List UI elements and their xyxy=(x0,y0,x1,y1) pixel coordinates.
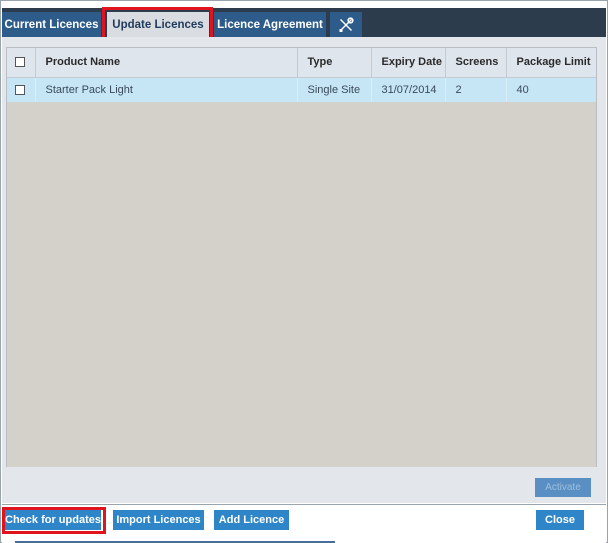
select-all-header[interactable] xyxy=(7,48,36,78)
activate-button[interactable]: Activate xyxy=(535,478,591,497)
table-header: Product Name Type Expiry Date Screens Pa… xyxy=(7,48,596,78)
cell-package-limit: 40 xyxy=(506,77,596,102)
tab-licence-agreement[interactable]: Licence Agreement xyxy=(214,12,326,37)
add-licence-button[interactable]: Add Licence xyxy=(214,510,289,530)
cell-screens: 2 xyxy=(445,77,507,102)
tab-current-licences[interactable]: Current Licences xyxy=(2,12,101,37)
licences-window: Current Licences Update Licences Licence… xyxy=(0,0,608,543)
tools-icon xyxy=(339,16,354,32)
row-checkbox[interactable] xyxy=(15,84,25,95)
select-all-checkbox[interactable] xyxy=(15,57,25,68)
check-for-updates-button[interactable]: Check for updates xyxy=(5,510,101,530)
column-expiry-date[interactable]: Expiry Date xyxy=(371,48,446,78)
content-panel: Product Name Type Expiry Date Screens Pa… xyxy=(2,37,606,503)
row-select-cell[interactable] xyxy=(7,77,36,102)
tab-tools[interactable] xyxy=(330,12,362,37)
column-product-name[interactable]: Product Name xyxy=(35,48,298,78)
licence-table: Product Name Type Expiry Date Screens Pa… xyxy=(6,47,597,503)
tab-bar: Current Licences Update Licences Licence… xyxy=(2,8,606,37)
tab-update-licences[interactable]: Update Licences xyxy=(107,12,209,37)
close-button[interactable]: Close xyxy=(536,510,584,530)
action-bar xyxy=(2,467,606,503)
column-screens[interactable]: Screens xyxy=(445,48,507,78)
column-package-limit[interactable]: Package Limit xyxy=(506,48,596,78)
cell-expiry-date: 31/07/2014 xyxy=(371,77,446,102)
cell-product-name: Starter Pack Light xyxy=(35,77,298,102)
cell-type: Single Site xyxy=(297,77,372,102)
table-row[interactable]: Starter Pack Light Single Site 31/07/201… xyxy=(7,77,596,102)
column-type[interactable]: Type xyxy=(297,48,372,78)
import-licences-button[interactable]: Import Licences xyxy=(113,510,204,530)
